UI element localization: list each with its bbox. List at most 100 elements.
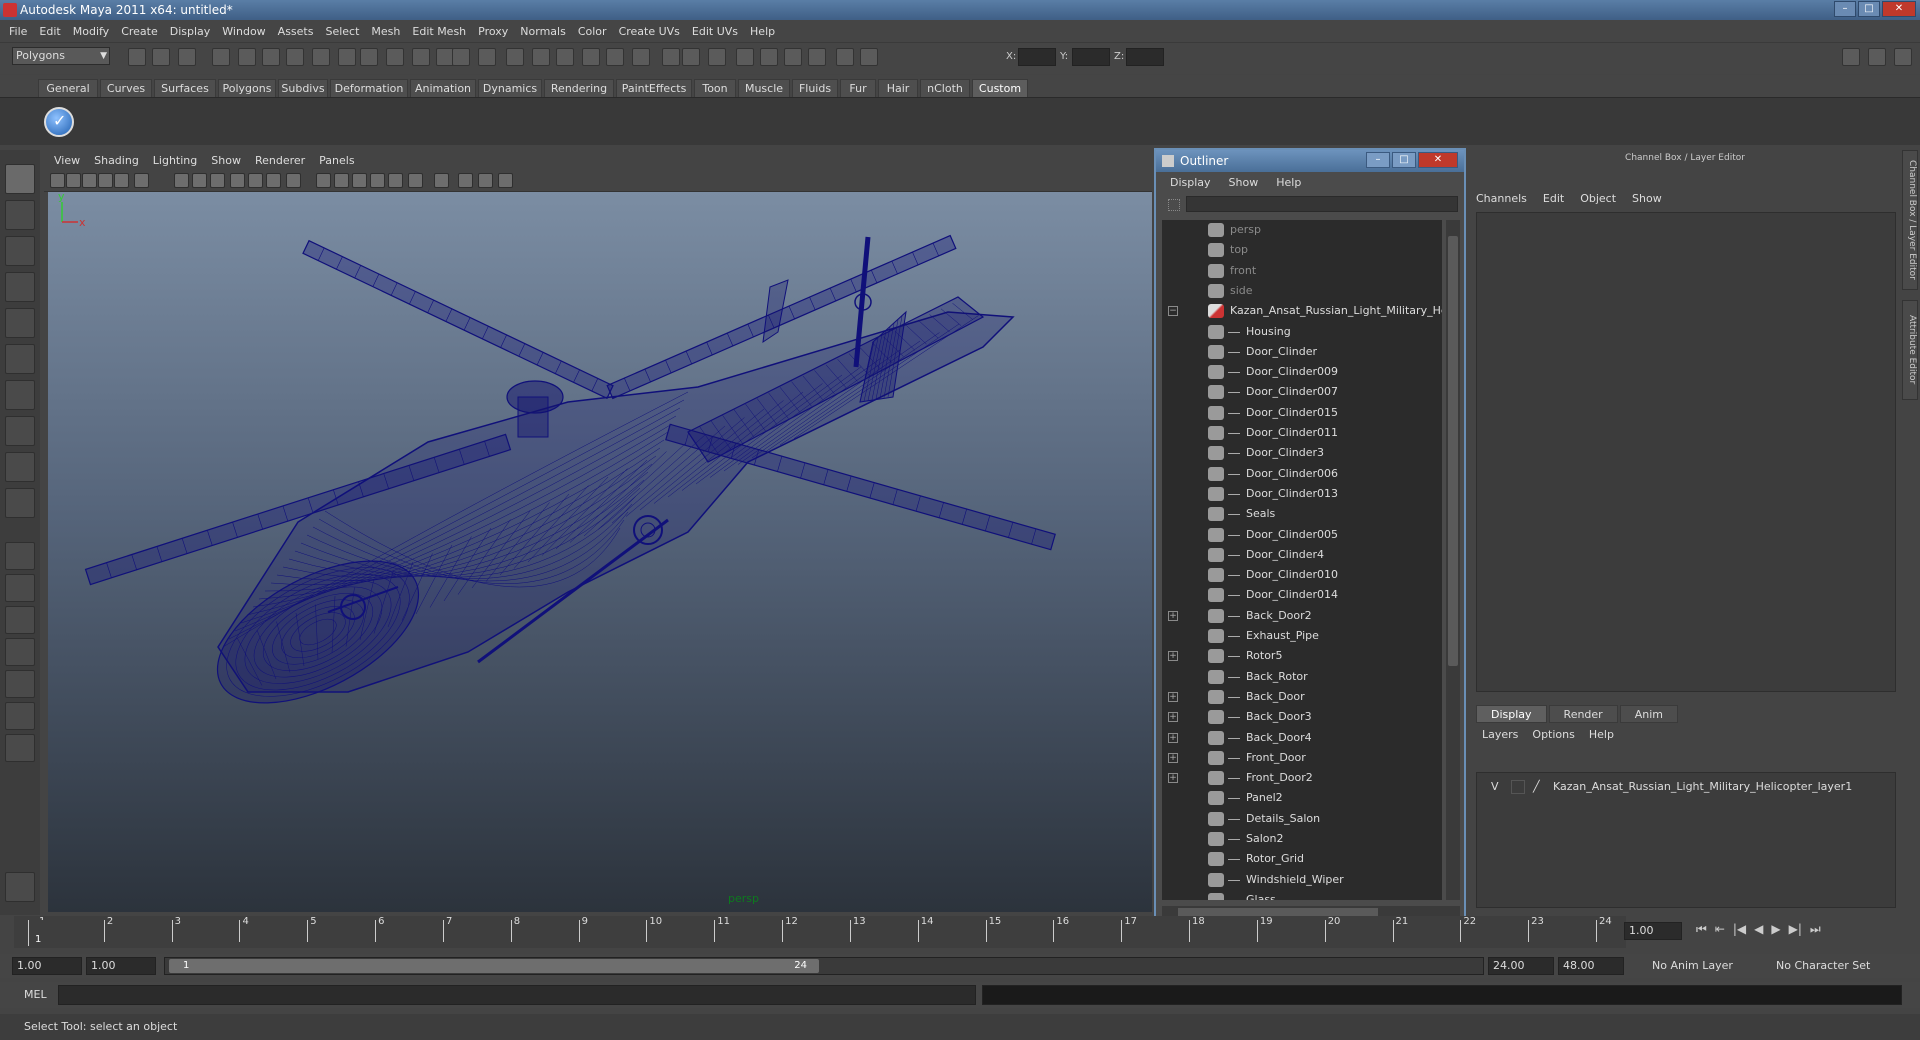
statusline-tool-icon[interactable] (338, 48, 356, 66)
layer-menu-options[interactable]: Options (1532, 728, 1588, 741)
viewport-toolbar-icon[interactable] (98, 173, 113, 188)
statusline-tool-icon[interactable] (478, 48, 496, 66)
outliner-menu-show[interactable]: Show (1221, 176, 1269, 189)
outliner-row[interactable]: Rotor_Grid (1162, 849, 1442, 869)
menu-select[interactable]: Select (322, 25, 368, 38)
layer-visibility-toggle[interactable]: V (1491, 779, 1499, 795)
close-button[interactable]: ✕ (1882, 1, 1916, 17)
viewport-toolbar-icon[interactable] (82, 173, 97, 188)
outliner-close-button[interactable]: ✕ (1418, 152, 1458, 168)
viewport-menu-shading[interactable]: Shading (94, 154, 153, 167)
shelf-tab-curves[interactable]: Curves (100, 79, 152, 97)
outliner-minimize-button[interactable]: – (1366, 152, 1390, 168)
viewport-toolbar-icon[interactable] (248, 173, 263, 188)
outliner-row[interactable]: front (1162, 261, 1442, 281)
statusline-tool-icon[interactable] (556, 48, 574, 66)
minimize-button[interactable]: – (1834, 1, 1856, 17)
shelf-tab-fluids[interactable]: Fluids (792, 79, 838, 97)
outliner-row[interactable]: + Back_Door3 (1162, 707, 1442, 727)
panel-layout-icon[interactable] (1842, 48, 1860, 66)
playback-start-input[interactable]: 1.00 (86, 957, 156, 975)
menu-help[interactable]: Help (747, 25, 784, 38)
outliner-row[interactable]: Housing (1162, 322, 1442, 342)
shelf-tab-hair[interactable]: Hair (878, 79, 918, 97)
statusline-tool-icon[interactable] (262, 48, 280, 66)
menu-modify[interactable]: Modify (70, 25, 118, 38)
outliner-row[interactable]: Door_Clinder009 (1162, 362, 1442, 382)
four-view-layout-icon[interactable] (5, 574, 35, 602)
play-backwards-icon[interactable]: ◀ (1754, 922, 1763, 937)
menu-edit-uvs[interactable]: Edit UVs (689, 25, 747, 38)
layer-menu-help[interactable]: Help (1589, 728, 1628, 741)
viewport-toolbar-icon[interactable] (192, 173, 207, 188)
select-tool-icon[interactable] (5, 164, 35, 194)
channelbox-menu-object[interactable]: Object (1580, 192, 1632, 205)
outliner-row[interactable]: + Back_Door2 (1162, 606, 1442, 626)
statusline-tool-icon[interactable] (178, 48, 196, 66)
statusline-tool-icon[interactable] (760, 48, 778, 66)
layer-tab-display[interactable]: Display (1476, 705, 1547, 723)
viewport-toolbar-icon[interactable] (174, 173, 189, 188)
statusline-tool-icon[interactable] (582, 48, 600, 66)
outliner-row[interactable]: Glass (1162, 890, 1442, 900)
step-back-frame-icon[interactable]: |◀ (1733, 922, 1746, 937)
viewport-toolbar-icon[interactable] (286, 173, 301, 188)
statusline-tool-icon[interactable] (506, 48, 524, 66)
shelf-tab-general[interactable]: General (38, 79, 98, 97)
outliner-row[interactable]: top (1162, 240, 1442, 260)
perspective-outliner-layout-icon[interactable] (5, 606, 35, 634)
statusline-tool-icon[interactable] (860, 48, 878, 66)
shelf-tab-rendering[interactable]: Rendering (544, 79, 614, 97)
viewport-toolbar-icon[interactable] (434, 173, 449, 188)
perspective-hypershade-layout-icon[interactable] (5, 702, 35, 730)
paint-select-icon[interactable] (5, 236, 35, 266)
character-set-dropdown[interactable]: No Character Set (1776, 957, 1870, 975)
menu-create-uvs[interactable]: Create UVs (616, 25, 689, 38)
show-manipulator-icon[interactable] (5, 452, 35, 482)
viewport-menu-show[interactable]: Show (211, 154, 255, 167)
statusline-tool-icon[interactable] (212, 48, 230, 66)
viewport-toolbar-icon[interactable] (478, 173, 493, 188)
viewport-menu-lighting[interactable]: Lighting (153, 154, 211, 167)
menu-edit-mesh[interactable]: Edit Mesh (409, 25, 475, 38)
outliner-menu-display[interactable]: Display (1162, 176, 1221, 189)
step-back-key-icon[interactable]: ⇤ (1715, 922, 1725, 937)
outliner-row[interactable]: Back_Rotor (1162, 667, 1442, 687)
statusline-tool-icon[interactable] (412, 48, 430, 66)
viewport-toolbar-icon[interactable] (334, 173, 349, 188)
menu-window[interactable]: Window (219, 25, 274, 38)
hand-icon[interactable] (5, 872, 35, 902)
statusline-tool-icon[interactable] (386, 48, 404, 66)
menu-edit[interactable]: Edit (36, 25, 69, 38)
outliner-row[interactable]: Door_Clinder013 (1162, 484, 1442, 504)
viewport-toolbar-icon[interactable] (134, 173, 149, 188)
outliner-row[interactable]: Door_Clinder (1162, 342, 1442, 362)
statusline-tool-icon[interactable] (152, 48, 170, 66)
viewport-toolbar-icon[interactable] (352, 173, 367, 188)
channelbox-menu-channels[interactable]: Channels (1476, 192, 1543, 205)
outliner-titlebar[interactable]: Outliner – □ ✕ (1156, 150, 1464, 172)
current-time-marker[interactable]: 1 (28, 920, 46, 946)
shelf-tab-fur[interactable]: Fur (840, 79, 876, 97)
statusline-tool-icon[interactable] (128, 48, 146, 66)
viewport-toolbar-icon[interactable] (458, 173, 473, 188)
outliner-search-input[interactable] (1186, 196, 1458, 212)
shelf-tab-ncloth[interactable]: nCloth (920, 79, 970, 97)
end-time-input[interactable]: 48.00 (1558, 957, 1624, 975)
statusline-tool-icon[interactable] (708, 48, 726, 66)
check-icon[interactable] (44, 107, 74, 137)
viewport-menu-panels[interactable]: Panels (319, 154, 368, 167)
step-forward-frame-icon[interactable]: ▶| (1789, 922, 1802, 937)
statusline-tool-icon[interactable] (632, 48, 650, 66)
outliner-menu-help[interactable]: Help (1268, 176, 1311, 189)
expand-plus-icon[interactable]: + (1168, 773, 1178, 784)
statusline-tool-icon[interactable] (532, 48, 550, 66)
layer-tab-anim[interactable]: Anim (1619, 705, 1678, 723)
outliner-graph-layout-icon[interactable] (5, 734, 35, 762)
perspective-graph-layout-icon[interactable] (5, 638, 35, 666)
channelbox-menu-edit[interactable]: Edit (1543, 192, 1580, 205)
collapse-minus-icon[interactable]: − (1168, 306, 1178, 317)
outliner-row[interactable]: Door_Clinder4 (1162, 545, 1442, 565)
x-input[interactable] (1018, 48, 1056, 66)
statusline-tool-icon[interactable] (312, 48, 330, 66)
